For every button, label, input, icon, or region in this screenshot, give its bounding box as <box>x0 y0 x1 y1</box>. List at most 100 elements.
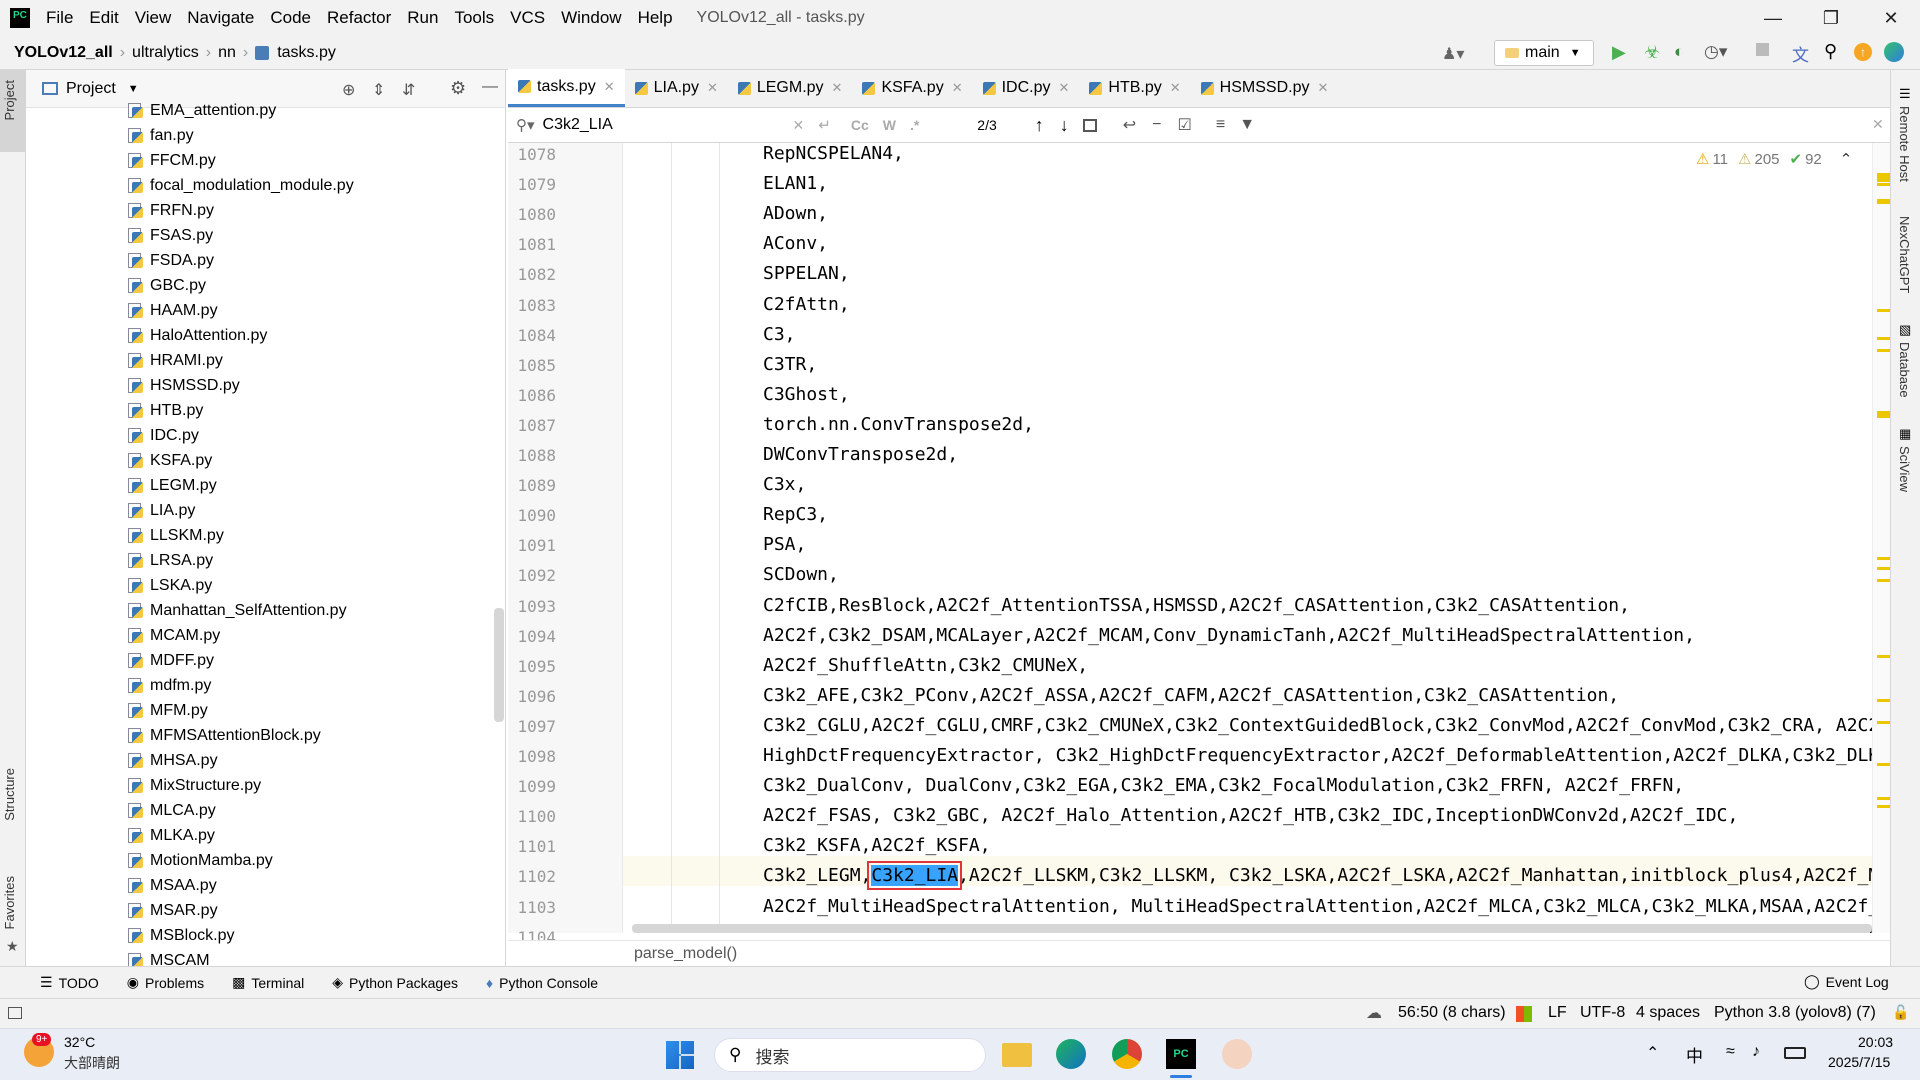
indent-setting[interactable]: 4 spaces <box>1636 1004 1700 1022</box>
editor-tab[interactable]: LIA.py ✕ <box>625 69 728 107</box>
inspection-widget[interactable]: ⚠ 11 ⚠ 205 ✔ 92 ⌃ ⌄ <box>1696 150 1883 169</box>
close-find-icon[interactable]: ✕ <box>1872 116 1884 133</box>
select-all-matches-icon[interactable]: ☑ <box>1178 115 1192 135</box>
warning-stripe-mark[interactable] <box>1877 337 1891 340</box>
ime-indicator[interactable]: 中 <box>1686 1042 1703 1067</box>
tree-file-item[interactable]: MDFF.py <box>128 648 214 673</box>
sciview-tool-tab[interactable]: SciView <box>1897 446 1912 492</box>
code-editor[interactable]: RepNCSPELAN4, ELAN1, ADown, AConv, SPPELAN, C… <box>624 143 1890 933</box>
warning-stripe-mark[interactable] <box>1877 655 1891 658</box>
warning-stripe-mark[interactable] <box>1877 797 1891 800</box>
tree-file-item[interactable]: LRSA.py <box>128 548 213 573</box>
close-tab-icon[interactable]: ✕ <box>604 79 615 95</box>
python-packages-tool-button[interactable]: ◈ Python Packages <box>318 974 472 991</box>
menu-vcs[interactable]: VCS <box>502 8 553 28</box>
search-icon[interactable]: ⚲ <box>1824 41 1837 62</box>
cloud-status-icon[interactable]: ☁ <box>1366 1003 1382 1023</box>
breadcrumb-project[interactable]: YOLOv12_all <box>10 44 117 62</box>
tree-file-item[interactable]: MSAA.py <box>128 873 217 898</box>
add-occurrence-icon[interactable]: ↩ <box>1123 115 1136 135</box>
warning-stripe-mark[interactable] <box>1877 179 1891 182</box>
tree-file-item[interactable]: MLCA.py <box>128 798 216 823</box>
user-icon[interactable]: ♟▾ <box>1442 44 1464 64</box>
caret-position[interactable]: 56:50 (8 chars) <box>1398 1004 1506 1022</box>
edge-browser-icon[interactable] <box>1056 1039 1086 1069</box>
translate-icon[interactable]: 文 <box>1792 41 1809 66</box>
previous-highlight-icon[interactable]: ⌃ <box>1840 150 1853 168</box>
python-console-tool-button[interactable]: ♦ Python Console <box>472 975 612 991</box>
search-match-highlight[interactable]: C3k2_LIA <box>867 861 963 891</box>
tree-file-item[interactable]: fan.py <box>128 123 194 148</box>
tree-file-item[interactable]: LSKA.py <box>128 573 212 598</box>
menu-run[interactable]: Run <box>399 8 446 28</box>
multiline-icon[interactable]: ≡ <box>1216 116 1225 134</box>
menu-navigate[interactable]: Navigate <box>179 8 262 28</box>
tree-file-item[interactable]: mdfm.py <box>128 673 211 698</box>
debug-icon[interactable]: ☣ <box>1644 42 1660 63</box>
tree-file-item[interactable]: MFMSAttentionBlock.py <box>128 723 321 748</box>
close-tab-icon[interactable]: ✕ <box>832 80 843 96</box>
nexchatgpt-tool-tab[interactable]: NexChatGPT <box>1897 216 1912 293</box>
menu-tools[interactable]: Tools <box>446 8 502 28</box>
structure-tool-tab[interactable]: Structure <box>2 768 17 821</box>
pycharm-taskbar-icon[interactable]: PC <box>1166 1039 1196 1069</box>
close-tab-icon[interactable]: ✕ <box>952 80 963 96</box>
tree-file-item[interactable]: HaloAttention.py <box>128 323 267 348</box>
filter-icon[interactable]: ▼ <box>1239 116 1255 134</box>
todo-tool-button[interactable]: ☰ TODO <box>26 974 113 991</box>
close-tab-icon[interactable]: ✕ <box>707 80 718 96</box>
event-log-button[interactable]: ◯ Event Log <box>1790 973 1903 990</box>
warning-stripe-mark[interactable] <box>1877 567 1891 570</box>
tree-file-item[interactable]: Manhattan_SelfAttention.py <box>128 598 347 623</box>
windows-tile-icon[interactable] <box>1516 1006 1532 1022</box>
tree-file-item[interactable]: MCAM.py <box>128 623 220 648</box>
clock-date[interactable]: 2025/7/15 <box>1828 1054 1890 1070</box>
tree-file-item[interactable]: IDC.py <box>128 423 199 448</box>
clock-time[interactable]: 20:03 <box>1858 1034 1893 1050</box>
project-scrollbar[interactable] <box>494 608 504 722</box>
coverage-icon[interactable]: ◐ <box>1674 42 1684 62</box>
run-icon[interactable]: ▶ <box>1612 42 1626 63</box>
warning-stripe-mark[interactable] <box>1877 763 1891 766</box>
tree-file-item[interactable]: FFCM.py <box>128 148 216 173</box>
database-tool-tab[interactable]: Database <box>1897 342 1912 398</box>
lock-icon[interactable]: 🔓 <box>1892 1004 1909 1021</box>
warning-stripe-mark[interactable] <box>1877 721 1891 724</box>
horizontal-scrollbar[interactable] <box>632 924 1872 933</box>
remote-host-tool-tab[interactable]: Remote Host <box>1897 106 1912 182</box>
project-tool-tab[interactable]: Project <box>2 80 17 120</box>
tree-file-item[interactable]: MixStructure.py <box>128 773 261 798</box>
update-icon[interactable]: ↑ <box>1854 43 1872 61</box>
editor-tab[interactable]: HTB.py ✕ <box>1079 69 1190 107</box>
restore-button[interactable]: ❐ <box>1802 0 1860 36</box>
warning-stripe-mark[interactable] <box>1877 557 1891 560</box>
regex-toggle[interactable]: .* <box>910 117 919 133</box>
windows-start-icon[interactable] <box>666 1041 694 1069</box>
whole-word-toggle[interactable]: W <box>883 117 896 133</box>
editor-tab[interactable]: IDC.py ✕ <box>973 69 1080 107</box>
collapse-all-icon[interactable]: ⇵ <box>402 80 415 100</box>
close-tab-icon[interactable]: ✕ <box>1059 80 1070 96</box>
unselect-occurrence-icon[interactable]: − <box>1152 116 1161 134</box>
file-explorer-icon[interactable] <box>1002 1043 1032 1067</box>
tree-file-item[interactable]: MLKA.py <box>128 823 215 848</box>
gear-icon[interactable]: ⚙ <box>450 78 466 99</box>
tree-file-item[interactable]: MFM.py <box>128 698 208 723</box>
error-stripe[interactable] <box>1872 143 1891 933</box>
tree-file-item[interactable]: HAAM.py <box>128 298 218 323</box>
tree-file-item[interactable]: LLSKM.py <box>128 523 224 548</box>
tree-file-item[interactable]: GBC.py <box>128 273 206 298</box>
menu-view[interactable]: View <box>127 8 180 28</box>
weather-description[interactable]: 大部晴朗 <box>64 1053 120 1073</box>
tree-file-item[interactable]: LEGM.py <box>128 473 217 498</box>
warning-stripe-mark[interactable] <box>1877 349 1891 352</box>
clear-icon[interactable]: ✕ <box>793 117 805 134</box>
breadcrumb-ultralytics[interactable]: ultralytics <box>128 44 203 62</box>
project-panel-title[interactable]: Project <box>66 80 116 98</box>
tree-file-item[interactable]: FSDA.py <box>128 248 214 273</box>
editor-tab[interactable]: KSFA.py ✕ <box>852 69 972 107</box>
editor-tab[interactable]: tasks.py ✕ <box>508 69 625 107</box>
editor-tab[interactable]: LEGM.py ✕ <box>728 69 853 107</box>
profile-icon[interactable]: ◷▾ <box>1704 42 1727 62</box>
tree-file-item[interactable]: EMA_attention.py <box>128 98 276 123</box>
